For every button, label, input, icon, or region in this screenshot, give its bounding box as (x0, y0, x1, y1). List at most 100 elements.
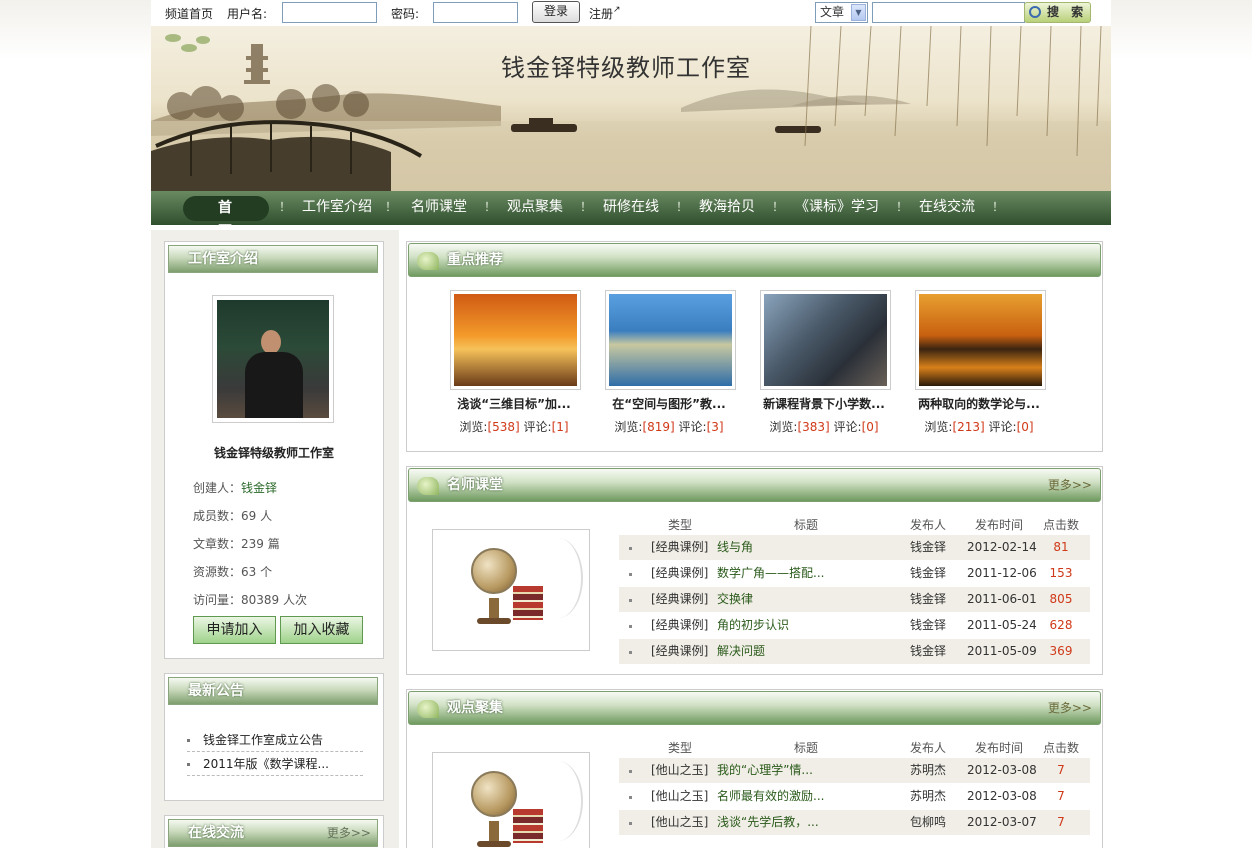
nav-item-viewpoints[interactable]: 观点聚集 (507, 191, 563, 225)
featured-title[interactable]: 新课程背景下小学数... (749, 395, 899, 412)
external-link-icon: ↗ (613, 5, 621, 15)
notice-box: 最新公告 钱金铎工作室成立公告 2011年版《数学课程... (164, 673, 384, 801)
main-nav: 首 页 ！ 工作室介绍 ！ 名师课堂 ！ 观点聚集 ！ 研修在线 ！ 教海拾贝 … (151, 191, 1111, 240)
article-link[interactable]: 线与角 (717, 535, 753, 560)
leaf-icon (417, 700, 439, 718)
column-header-author: 发布人 (910, 518, 947, 532)
notice-item[interactable]: 钱金铎工作室成立公告 (187, 728, 363, 752)
featured-title[interactable]: 两种取向的数学论与... (904, 395, 1054, 412)
featured-stats: 浏览:[383] 评论:[0] (769, 420, 879, 434)
featured-stats: 浏览:[213] 评论:[0] (924, 420, 1034, 434)
viewpoints-box: 观点聚集 更多>> 类型 标题 发布人 发布时间 点击数 [他山之玉] 我的“心理学… (406, 689, 1103, 848)
table-row: [经典课例] 解决问题 钱金铎 2011-05-09 369 (619, 639, 1090, 664)
more-link[interactable]: 更多>> (327, 820, 371, 846)
featured-thumbnail[interactable] (605, 290, 736, 390)
nav-separator: ！ (279, 200, 292, 214)
column-header-hits: 点击数 (1043, 518, 1080, 532)
nav-separator: ！ (484, 200, 497, 214)
nav-separator: ！ (580, 200, 593, 214)
password-label: 密码: (391, 7, 420, 21)
nav-separator: ！ (992, 200, 1005, 214)
chevron-down-icon: ▼ (851, 4, 866, 21)
register-link[interactable]: 注册↗ (589, 5, 621, 22)
featured-stats: 浏览:[819] 评论:[3] (614, 420, 724, 434)
nav-item-research-online[interactable]: 研修在线 (603, 191, 659, 225)
column-header-hits: 点击数 (1043, 741, 1080, 755)
username-input[interactable] (282, 2, 377, 23)
featured-title[interactable]: 浅谈“三维目标”加... (439, 395, 589, 412)
article-count: 文章数：239 篇 (193, 537, 280, 551)
article-link[interactable]: 解决问题 (717, 639, 765, 664)
notice-item[interactable]: 2011年版《数学课程... (187, 752, 363, 776)
column-header-type: 类型 (668, 518, 693, 532)
top-bar: 频道首页 用户名: 密码: 登录 注册↗ 文章 ▼ 搜 索 (151, 0, 1111, 26)
nav-item-home[interactable]: 首 页 (183, 196, 269, 240)
studio-intro-heading: 工作室介绍 (168, 245, 378, 273)
nav-item-online-chat[interactable]: 在线交流 (919, 191, 975, 225)
article-link[interactable]: 角的初步认识 (717, 613, 789, 638)
master-class-heading: 名师课堂 更多>> (408, 468, 1101, 502)
resource-count: 资源数：63 个 (193, 565, 273, 579)
nav-item-master-class[interactable]: 名师课堂 (411, 191, 467, 225)
banner-title: 钱金铎特级教师工作室 (501, 54, 751, 82)
featured-title[interactable]: 在“空间与图形”教... (594, 395, 744, 412)
article-link[interactable]: 名师最有效的激励... (717, 784, 824, 809)
nav-item-teaching-shells[interactable]: 教海拾贝 (699, 191, 755, 225)
globe-books-image (432, 529, 590, 651)
online-chat-heading: 在线交流 更多>> (168, 819, 378, 847)
banner: 钱金铎特级教师工作室 (151, 26, 1111, 191)
channel-home-link[interactable]: 频道首页 (165, 5, 213, 22)
nav-separator: ！ (772, 200, 785, 214)
column-header-author: 发布人 (910, 741, 947, 755)
studio-intro-box: 工作室介绍 钱金铎特级教师工作室 创建人：钱金铎 成员数：69 人 文章数：23… (164, 241, 384, 659)
featured-thumbnail[interactable] (760, 290, 891, 390)
column-header-title: 标题 (794, 518, 819, 532)
featured-box: 重点推荐 浅谈“三维目标”加... 浏览:[538] 评论:[1] 在“空间与图… (406, 241, 1103, 452)
more-link[interactable]: 更多>> (1048, 469, 1092, 502)
nav-separator: ！ (385, 200, 398, 214)
search-button[interactable]: 搜 索 (1024, 2, 1091, 23)
article-link[interactable]: 交换律 (717, 587, 753, 612)
table-row: [经典课例] 线与角 钱金铎 2012-02-14 81 (619, 535, 1090, 560)
leaf-icon (417, 252, 439, 270)
more-link[interactable]: 更多>> (1048, 692, 1092, 725)
nav-item-curriculum[interactable]: 《课标》学习 (795, 191, 879, 225)
column-header-title: 标题 (794, 741, 819, 755)
master-class-box: 名师课堂 更多>> 类型 标题 发布人 发布时间 点击数 [经典课例] 线与角 钱金铎… (406, 466, 1103, 675)
login-button[interactable]: 登录 (532, 1, 580, 23)
visit-count: 访问量：80389 人次 (193, 593, 307, 607)
password-input[interactable] (433, 2, 518, 23)
table-row: [经典课例] 角的初步认识 钱金铎 2011-05-24 628 (619, 613, 1090, 638)
teacher-photo (212, 295, 334, 423)
username-label: 用户名: (227, 7, 268, 21)
featured-heading: 重点推荐 (408, 243, 1101, 277)
notice-heading: 最新公告 (168, 677, 378, 705)
table-row: [经典课例] 交换律 钱金铎 2011-06-01 805 (619, 587, 1090, 612)
online-chat-box: 在线交流 更多>> (164, 815, 384, 848)
search-input[interactable] (872, 2, 1025, 23)
add-favorite-button[interactable]: 加入收藏 (280, 616, 363, 644)
search-type-select[interactable]: 文章 ▼ (815, 2, 868, 23)
member-count: 成员数：69 人 (193, 509, 273, 523)
leaf-icon (417, 477, 439, 495)
featured-thumbnail[interactable] (450, 290, 581, 390)
nav-separator: ！ (896, 200, 909, 214)
table-row: [他山之玉] 我的“心理学”情... 苏明杰 2012-03-08 7 (619, 758, 1090, 783)
featured-stats: 浏览:[538] 评论:[1] (459, 420, 569, 434)
nav-item-studio-intro[interactable]: 工作室介绍 (302, 191, 372, 225)
search-icon (1029, 6, 1041, 18)
studio-name: 钱金铎特级教师工作室 (213, 446, 334, 460)
viewpoints-heading: 观点聚集 更多>> (408, 691, 1101, 725)
table-row: [经典课例] 数学广角——搭配... 钱金铎 2011-12-06 153 (619, 561, 1090, 586)
article-link[interactable]: 浅谈“先学后教，... (717, 810, 819, 835)
column-header-date: 发布时间 (975, 741, 1024, 755)
featured-thumbnail[interactable] (915, 290, 1046, 390)
globe-books-image (432, 752, 590, 848)
article-link[interactable]: 数学广角——搭配... (717, 561, 824, 586)
join-button[interactable]: 申请加入 (193, 616, 276, 644)
article-link[interactable]: 我的“心理学”情... (717, 758, 813, 783)
table-row: [他山之玉] 名师最有效的激励... 苏明杰 2012-03-08 7 (619, 784, 1090, 809)
creator-link[interactable]: 钱金铎 (241, 481, 277, 495)
table-row: [他山之玉] 浅谈“先学后教，... 包柳鸣 2012-03-07 7 (619, 810, 1090, 835)
nav-separator: ！ (676, 200, 689, 214)
